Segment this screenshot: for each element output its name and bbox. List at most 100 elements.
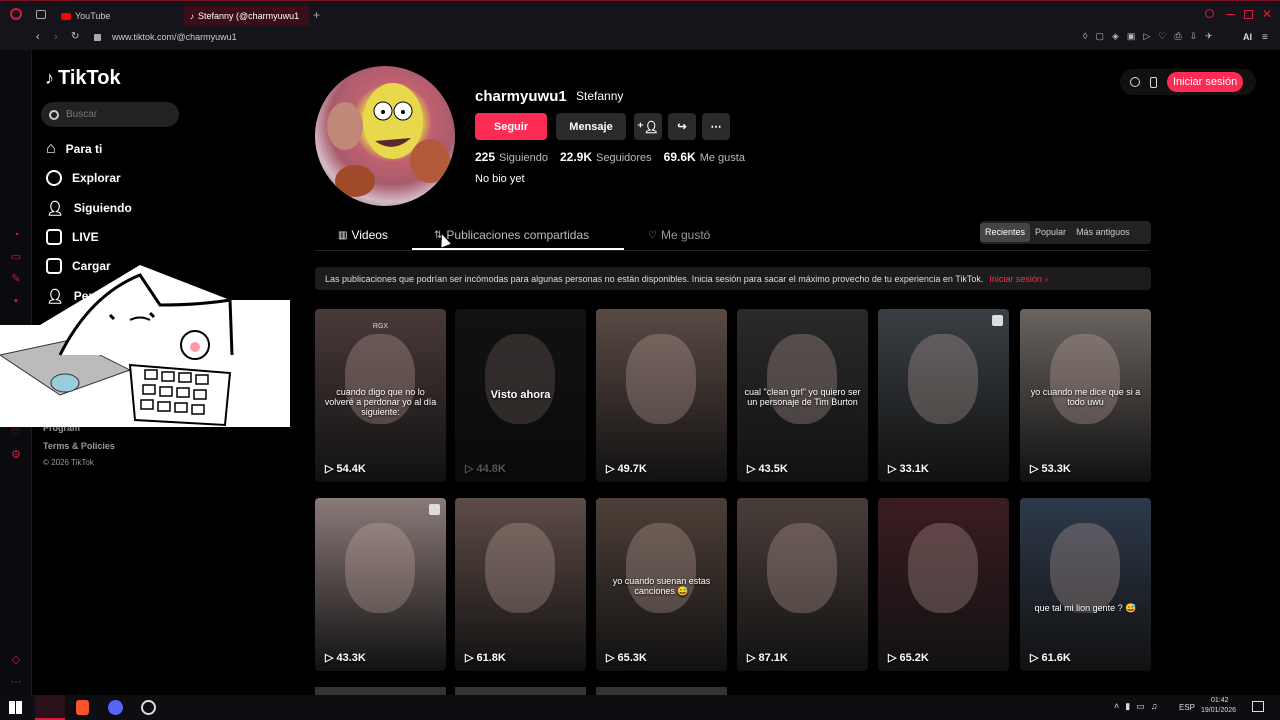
video-card[interactable]: yo cuando me dice que si a todo uwu ▷ 53.… xyxy=(1020,309,1151,482)
compass-icon xyxy=(46,170,62,186)
view-count: ▷ 54.4K xyxy=(325,462,366,475)
sidebar-item-label: LIVE xyxy=(72,230,99,244)
minimize-button[interactable] xyxy=(1226,14,1235,15)
workspace-icon[interactable] xyxy=(36,10,46,19)
share-button[interactable]: ↪ xyxy=(668,113,696,140)
address-bar-row: ‹ › ↻ www.tiktok.com/@charmyuwu1 ◊▢◈▣▷♡⎙… xyxy=(0,28,1280,50)
reload-icon[interactable]: ↻ xyxy=(71,31,79,42)
maximize-button[interactable] xyxy=(1244,10,1253,19)
video-card[interactable]: Visto ahora ▷ 44.8K xyxy=(455,309,586,482)
language-indicator[interactable]: ESP xyxy=(1179,703,1195,712)
video-thumbnail xyxy=(1050,334,1120,424)
tab-youtube[interactable]: YouTube xyxy=(55,6,116,26)
new-tab-button[interactable]: + xyxy=(313,8,320,22)
sidebar-item-cargar[interactable]: Cargar xyxy=(46,255,111,277)
stat-value: 69.6K xyxy=(663,150,696,164)
bio: No bio yet xyxy=(475,173,525,185)
view-count: ▷ 61.6K xyxy=(1030,651,1071,664)
phone-icon[interactable] xyxy=(1150,76,1157,88)
login-button[interactable]: Iniciar sesión xyxy=(1167,72,1244,92)
tab-tiktok[interactable]: ♪ Stefanny (@charmyuwu1 xyxy=(184,6,310,26)
video-caption: cual "clean girl" yo quiero ser un perso… xyxy=(744,387,861,407)
clock-date[interactable]: 19/01/2026 xyxy=(1201,707,1236,714)
discord-icon[interactable] xyxy=(108,700,123,715)
view-count: ▷ 43.5K xyxy=(747,462,788,475)
search-input[interactable]: Buscar xyxy=(41,102,179,127)
notifications-icon[interactable] xyxy=(1252,701,1264,712)
stat-following[interactable]: 225 Siguiendo xyxy=(475,150,548,164)
heart-sidebar-icon[interactable]: ♡ xyxy=(9,426,23,440)
app-icon[interactable] xyxy=(141,700,156,715)
tab-videos[interactable]: ▥ Videos xyxy=(338,228,388,242)
brave-icon[interactable] xyxy=(76,700,89,715)
sidebar-item-siguiendo[interactable]: 👤︎ Siguiendo xyxy=(46,197,132,219)
display-name: Stefanny xyxy=(576,89,624,103)
video-card[interactable]: ▷ 65.2K xyxy=(878,498,1009,671)
video-card[interactable]: ▷ 87.1K xyxy=(737,498,868,671)
sidebar-item-para-ti[interactable]: ⌂ Para ti xyxy=(46,138,102,160)
sort-recent[interactable]: Recientes xyxy=(980,223,1031,242)
tiktok-icon: ♪ xyxy=(190,11,194,21)
view-count-value: 43.3K xyxy=(336,652,366,664)
view-count: ▷ 65.3K xyxy=(606,651,647,664)
watermark-badge: RGX xyxy=(372,323,389,330)
tray-icons[interactable]: ˄▮▭♫ xyxy=(1114,701,1163,712)
profile-avatar[interactable] xyxy=(315,66,455,206)
video-card[interactable]: ▷ 43.3K xyxy=(315,498,446,671)
bag-icon[interactable]: ▭ xyxy=(9,250,23,264)
opera-logo-icon[interactable] xyxy=(10,8,22,20)
notice-login-link[interactable]: Iniciar sesión xyxy=(989,274,1042,284)
toolbar-icons[interactable]: ◊▢◈▣▷♡⎙⇩✈ xyxy=(1083,31,1221,42)
avatar-image xyxy=(327,83,450,197)
gx-icon[interactable]: ◇ xyxy=(9,653,23,667)
more-icon[interactable]: ⋯ xyxy=(9,675,23,689)
stat-followers[interactable]: 22.9K Seguidores xyxy=(560,150,652,164)
pen-icon[interactable]: ✎ xyxy=(9,272,23,286)
menu-icon[interactable]: ≡ xyxy=(1262,32,1268,43)
view-count-value: 44.8K xyxy=(476,463,506,475)
video-card[interactable]: ▷ 61.8K xyxy=(455,498,586,671)
tab-reposts[interactable]: ⇅ Publicaciones compartidas xyxy=(434,228,589,242)
close-button[interactable]: ✕ xyxy=(1262,7,1272,21)
sidebar-item-explorar[interactable]: Explorar xyxy=(46,167,121,189)
messenger-icon[interactable]: ▪ xyxy=(9,294,23,308)
view-count: ▷ 87.1K xyxy=(747,651,788,664)
ai-icon[interactable]: AI xyxy=(1243,32,1252,42)
footer-link[interactable]: Terms & Policies xyxy=(43,441,115,451)
video-thumbnail xyxy=(908,334,978,424)
clock-time[interactable]: 01:42 xyxy=(1211,697,1229,704)
history-icon[interactable]: ◔ xyxy=(9,228,23,242)
more-options-button[interactable]: ⋯ xyxy=(702,113,730,140)
video-card[interactable]: ▷ 33.1K xyxy=(878,309,1009,482)
opera-taskbar-icon[interactable] xyxy=(35,695,65,720)
add-friend-button[interactable]: ⁺👤︎ xyxy=(634,113,662,140)
video-card[interactable]: RGX cuando digo que no lo volveré a perdo… xyxy=(315,309,446,482)
person-icon: 👤︎ xyxy=(46,199,64,216)
url-field[interactable]: www.tiktok.com/@charmyuwu1 xyxy=(112,32,237,42)
video-card[interactable]: que tal mi lion gente ? 😅 ▷ 61.6K xyxy=(1020,498,1151,671)
sidebar-item-live[interactable]: LIVE xyxy=(46,226,99,248)
live-icon xyxy=(46,229,62,245)
follow-button[interactable]: Seguir xyxy=(475,113,547,140)
video-card[interactable]: ▷ 49.7K xyxy=(596,309,727,482)
forward-icon[interactable]: › xyxy=(54,31,58,43)
sort-oldest[interactable]: Más antiguos xyxy=(1071,223,1135,242)
sort-popular[interactable]: Popular xyxy=(1030,223,1071,242)
search-tabs-icon[interactable] xyxy=(1205,9,1214,18)
windows-taskbar: ˄▮▭♫ ESP 01:42 19/01/2026 xyxy=(0,695,1280,720)
tab-label: Stefanny (@charmyuwu1 xyxy=(198,11,300,21)
play-icon: ▷ xyxy=(1030,652,1042,664)
video-card[interactable]: cual "clean girl" yo quiero ser un perso… xyxy=(737,309,868,482)
compass-small-icon[interactable] xyxy=(1130,77,1140,87)
message-button[interactable]: Mensaje xyxy=(556,113,626,140)
tiktok-logo[interactable]: ♪ TikTok xyxy=(45,67,121,90)
view-count: ▷ 43.3K xyxy=(325,651,366,664)
play-icon: ▷ xyxy=(747,652,759,664)
play-icon: ▷ xyxy=(606,463,618,475)
settings-icon[interactable]: ⚙ xyxy=(9,448,23,462)
video-card[interactable]: yo cuando suenan estas canciones 😅 ▷ 65.3… xyxy=(596,498,727,671)
windows-start-icon[interactable] xyxy=(9,701,22,714)
tab-liked[interactable]: ♡ Me gustó xyxy=(648,228,710,242)
view-count: ▷ 33.1K xyxy=(888,462,929,475)
back-icon[interactable]: ‹ xyxy=(36,31,40,43)
